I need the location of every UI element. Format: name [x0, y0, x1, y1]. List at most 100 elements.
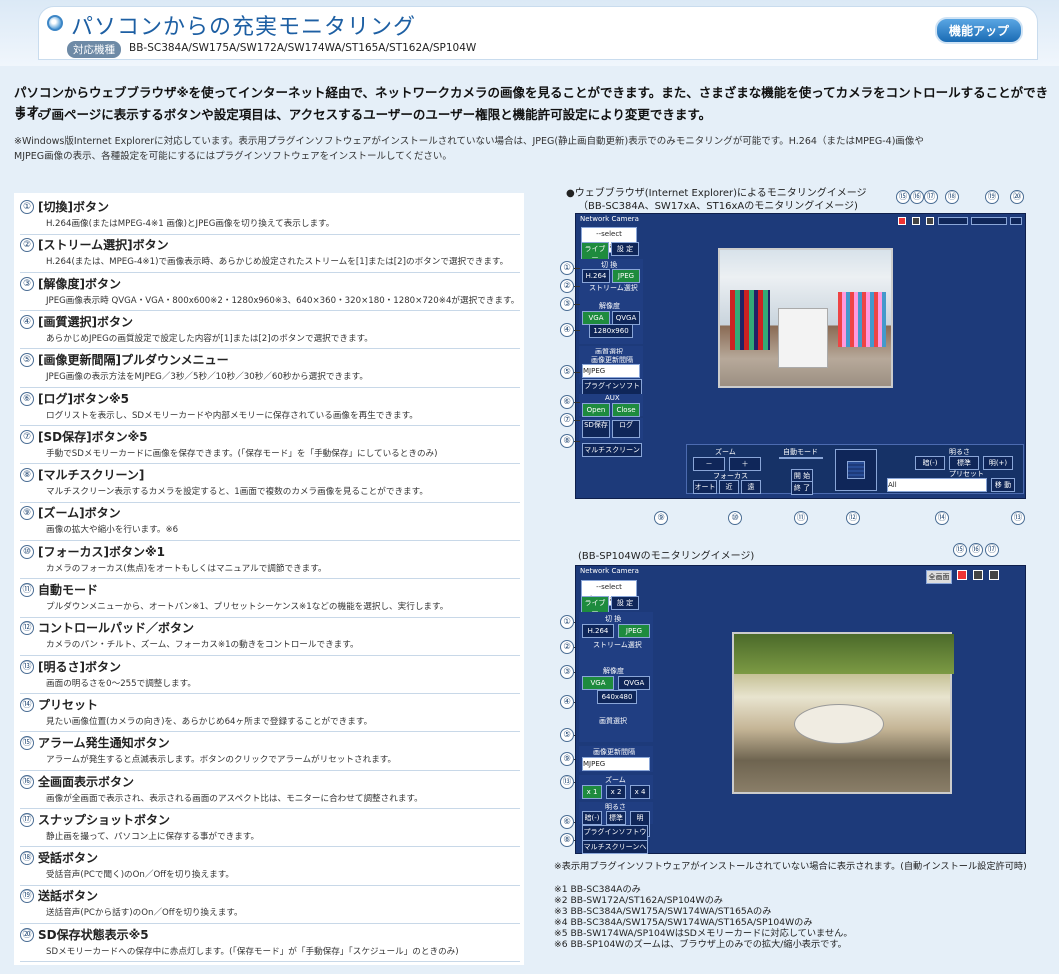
feature-item: ⑰ スナップショットボタン 静止画を撮って、パソコン上に保存する事ができます。	[20, 810, 520, 848]
callout-leader	[574, 286, 580, 287]
screen2-multiscreen-button[interactable]: マルチスクリーンへ	[582, 840, 648, 854]
item-number: ②	[20, 238, 34, 253]
screen1-preset-select[interactable]: All	[887, 478, 987, 492]
feature-item: ⑲ 送話ボタン 送話音声(PCから話す)のOn／Offを切り換えます。	[20, 886, 520, 924]
callout-marker: ②	[560, 640, 574, 654]
screen1-zoom-out[interactable]: －	[693, 457, 725, 471]
screen1-vga-button[interactable]: QVGA	[612, 311, 640, 325]
screen1-focus-near[interactable]: 近	[719, 480, 739, 494]
screen1-bright-std[interactable]: 標準	[949, 456, 979, 470]
screen1-sd-button[interactable]: SD保存	[582, 420, 610, 438]
callout-marker: ④	[560, 323, 574, 337]
camera-image-resort	[732, 632, 954, 794]
camera-image-store	[718, 248, 893, 388]
caption-2: （BB-SC384A、SW17xA、ST16xAのモニタリングイメージ)	[578, 201, 858, 212]
control-pad-center[interactable]	[847, 461, 865, 479]
callout-marker: ②	[560, 279, 574, 293]
screen2-zoom-x1[interactable]: x 1	[582, 785, 602, 799]
screen2-640-button[interactable]: 640x480	[597, 690, 637, 704]
item-description: SDメモリーカードへの保存中に赤点灯します。(「保存モード」が「手動保存」「スケ…	[46, 946, 459, 957]
callout-marker: ⑯	[969, 543, 983, 557]
screen2-interval-select[interactable]: MJPEG	[582, 757, 650, 771]
callout-marker: ③	[560, 665, 574, 679]
mic-icon[interactable]	[938, 217, 968, 225]
screen2-jpeg-button[interactable]: JPEG	[618, 624, 650, 638]
screen1-h264-button[interactable]: H.264	[582, 269, 610, 283]
screen2-zoom-x4[interactable]: x 4	[630, 785, 650, 799]
alarm-icon[interactable]	[898, 217, 906, 225]
screen1-close-button[interactable]: Close	[612, 403, 640, 417]
feature-item: ⑮ アラーム発生通知ボタン アラームが発生すると点滅表示します。ボタンのクリックでア…	[20, 733, 520, 771]
feature-item: ⑫ コントロールパッド／ボタン カメラのパン・チルト、ズーム、フォーカス※1の動きを…	[20, 618, 520, 656]
screen2-setup-button[interactable]: 設 定	[611, 596, 639, 610]
screen1-brand: Network Camera	[580, 215, 639, 223]
screen1-bright-dark[interactable]: 暗(-)	[915, 456, 945, 470]
feature-item: ⑤ [画像更新間隔]プルダウンメニュー JPEG画像の表示方法をMJPEG／3秒／5…	[20, 350, 520, 388]
feature-item: ⑪ 自動モード プルダウンメニューから、オートパン※1、プリセットシーケンス※1など…	[20, 580, 520, 618]
snapshot-icon[interactable]	[989, 570, 999, 580]
item-number: ⑱	[20, 851, 34, 866]
screen2-h264-button[interactable]: H.264	[582, 624, 614, 638]
item-number: ⑩	[20, 544, 34, 559]
screen2-qvga-button[interactable]: VGA	[582, 676, 614, 690]
footnote: ※1 BB-SC384Aのみ	[554, 884, 641, 895]
screen1-auto-select[interactable]	[779, 457, 823, 459]
item-title: [画質選択]ボタン	[38, 314, 133, 329]
screen1-auto-stop[interactable]: 終 了	[791, 481, 813, 495]
callout-marker: ⑥	[560, 395, 574, 409]
item-title: [明るさ]ボタン	[38, 659, 121, 674]
alarm-icon[interactable]	[957, 570, 967, 580]
screen1-setup-button[interactable]: 設 定	[611, 242, 639, 256]
item-title: プリセット	[38, 697, 99, 712]
screen2-zoom-label: ズーム	[605, 776, 626, 784]
speaker-icon[interactable]	[971, 217, 1007, 225]
screen1-open-button[interactable]: Open	[582, 403, 610, 417]
item-title: [SD保存]ボタン※5	[38, 429, 148, 444]
screen1-multiscreen-button[interactable]: マルチスクリーン	[582, 443, 642, 457]
callout-marker: ⑨	[560, 752, 574, 766]
item-title: 受話ボタン	[38, 851, 99, 866]
item-number: ⑤	[20, 353, 34, 368]
screen1-resolution-label: 解像度	[599, 302, 620, 310]
item-description: あらかじめJPEGの画質設定で設定した内容が[1]または[2]のボタンで選択でき…	[46, 333, 373, 344]
screen1-jpeg-button[interactable]: JPEG	[612, 269, 640, 283]
screen1-zoom-in[interactable]: ＋	[729, 457, 761, 471]
callout-marker: ⑧	[560, 434, 574, 448]
item-number: ⑰	[20, 812, 34, 827]
screen1-focus-far[interactable]: 遠	[741, 480, 761, 494]
screen1-sidebar-top: 切 換 H.264 JPEG ストリーム選択 解像度 VGA QVGA 1280…	[579, 259, 643, 344]
item-number: ⑳	[20, 927, 34, 942]
screen1-1280-button[interactable]: 1280x960	[589, 324, 633, 338]
screen2-zoom-x2[interactable]: x 2	[606, 785, 626, 799]
fullscreen-icon[interactable]	[912, 217, 920, 225]
clothes-rack-left	[730, 290, 770, 350]
screen1-qvga-button[interactable]: VGA	[582, 311, 610, 325]
item-number: ⑲	[20, 889, 34, 904]
screen1-log-button[interactable]: ログ	[612, 420, 640, 438]
screen1-interval-select[interactable]: MJPEG	[582, 364, 640, 378]
callout-marker: ⑭	[935, 511, 949, 525]
screen1-sd-log-panel: SD保存 ログ	[579, 418, 643, 440]
footnote: ※5 BB-SW174WA/SP104WはSDメモリーカードに対応していません。	[554, 928, 853, 939]
item-number: ③	[20, 276, 34, 291]
item-description: 見たい画像位置(カメラの向き)を、あらかじめ64ヶ所まで登録することができます。	[46, 716, 373, 727]
control-pad-icon[interactable]	[835, 449, 877, 491]
snapshot-icon[interactable]	[926, 217, 934, 225]
screen2-interval-label: 画像更新間隔	[593, 748, 635, 756]
item-description: ログリストを表示し、SDメモリーカードや内部メモリーに保存されている画像を再生で…	[46, 410, 418, 421]
feature-item: ⑱ 受話ボタン 受話音声(PCで聞く)のOn／Offを切り換えます。	[20, 848, 520, 886]
screen1-preset-go[interactable]: 移 動	[991, 478, 1015, 492]
screen2-bright-dark[interactable]: 暗(-)	[582, 811, 602, 825]
item-title: 送話ボタン	[38, 889, 99, 904]
fullscreen-icon[interactable]	[973, 570, 983, 580]
screen2-vga-button[interactable]: QVGA	[618, 676, 650, 690]
callout-marker: ⑪	[794, 511, 808, 525]
screen2-sidebar-top: 切 換 H.264 JPEG ストリーム選択 解像度 VGA QVGA 640x…	[579, 612, 653, 742]
screen1-focus-auto[interactable]: オート	[693, 480, 717, 494]
screen2-fullscreen-text[interactable]: 全画面	[926, 570, 952, 584]
feature-item: ① [切換]ボタン H.264画像(またはMPEG-4※1 画像)とJPEG画像を切…	[20, 197, 520, 235]
screen2-bright-std[interactable]: 標準	[606, 811, 626, 825]
clothes-rack-right	[838, 292, 886, 347]
screen1-bright-light[interactable]: 明(+)	[983, 456, 1013, 470]
item-description: マルチスクリーン表示するカメラを設定すると、1画面で複数のカメラ画像を見ることが…	[46, 487, 428, 498]
